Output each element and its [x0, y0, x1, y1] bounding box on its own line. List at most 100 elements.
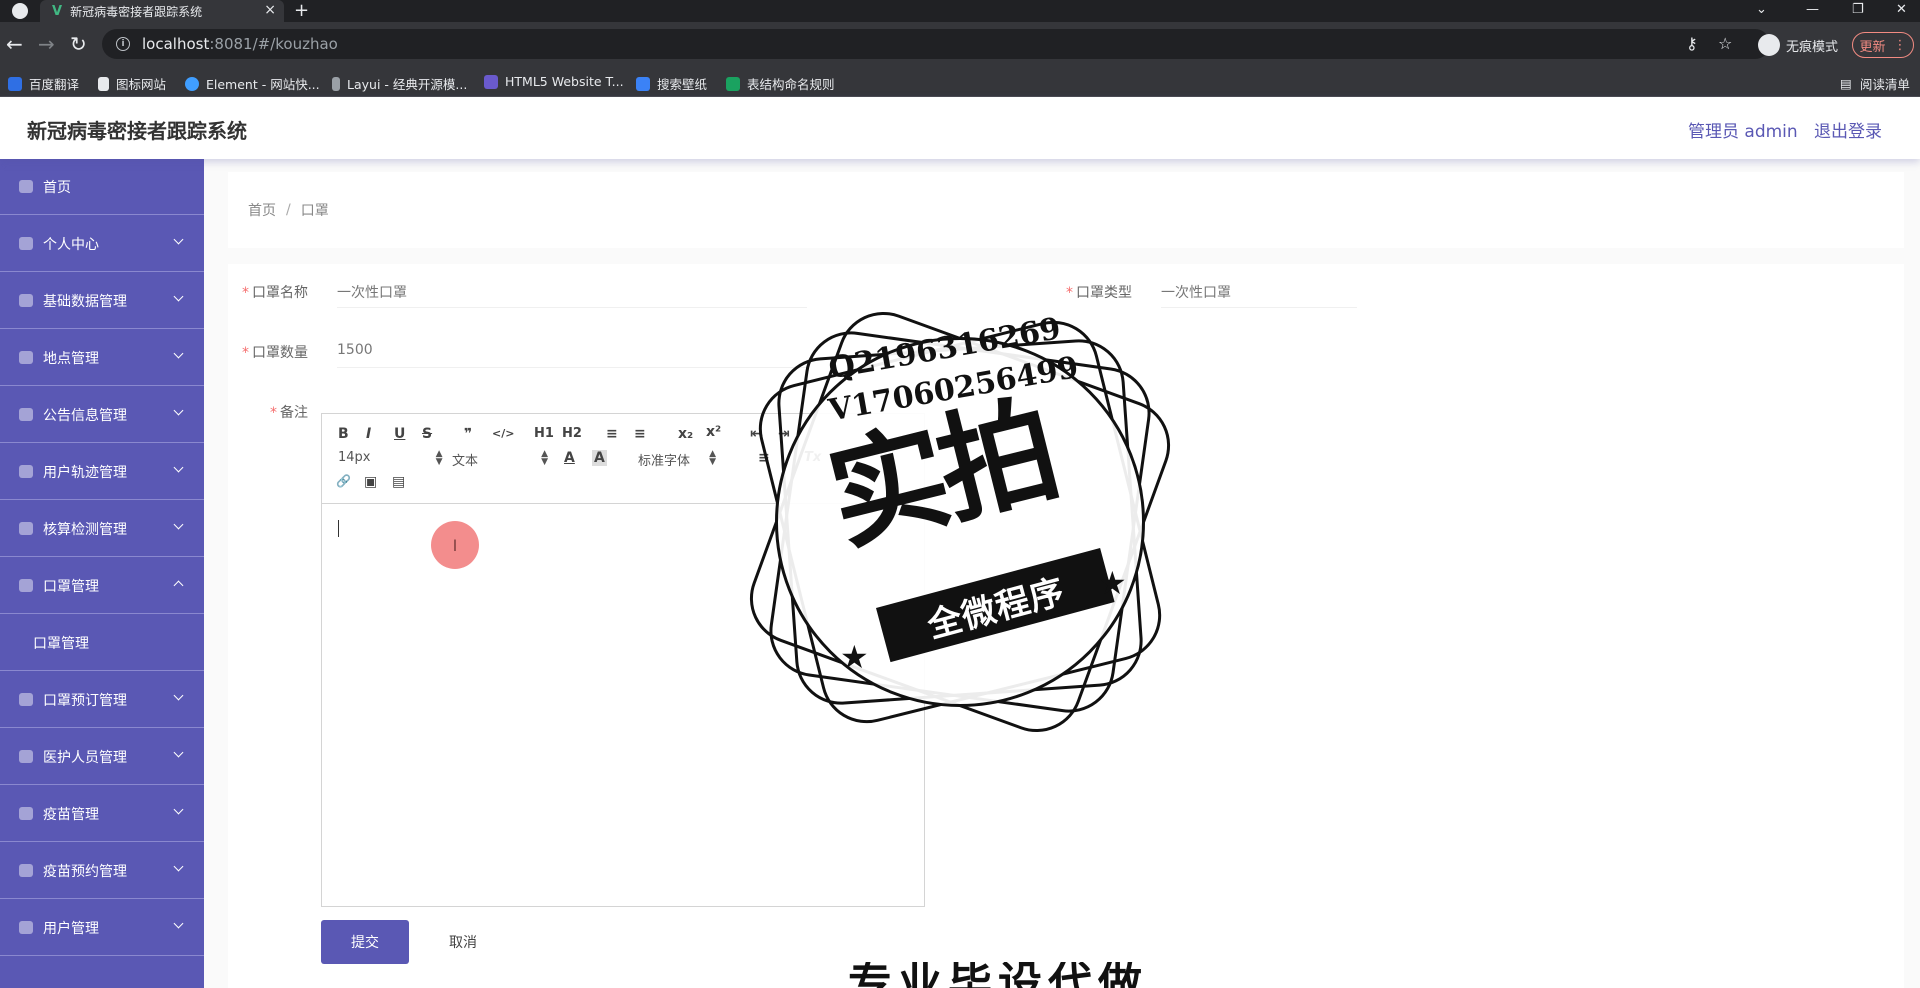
bold-icon[interactable]: B	[338, 426, 349, 442]
select-arrows-icon: ▲ ▼	[709, 449, 717, 467]
h1-icon[interactable]: H1	[534, 426, 554, 441]
chevron-down-icon	[173, 861, 184, 872]
bookmark-item[interactable]: 百度翻译	[8, 74, 79, 93]
flag-icon	[98, 76, 109, 91]
logout-link[interactable]: 退出登录	[1814, 117, 1882, 142]
blockquote-icon[interactable]: ❞	[464, 426, 472, 442]
chevron-down-icon	[173, 747, 184, 758]
minimize-icon[interactable]: —	[1806, 0, 1819, 22]
tab-close-icon[interactable]: ×	[264, 2, 276, 18]
image-icon[interactable]: ▣	[364, 474, 377, 490]
layui-logo-icon	[332, 76, 340, 91]
outdent-icon[interactable]: ⇤	[750, 426, 762, 442]
font-color-icon[interactable]: A	[564, 450, 575, 466]
sidebar-item-home[interactable]: 首页	[0, 159, 204, 215]
reading-list[interactable]: ▤ 阅读清单	[1840, 74, 1910, 93]
track-icon	[19, 465, 33, 478]
bullet-list-icon[interactable]: ≡	[634, 426, 646, 442]
select-arrows-icon: ▲ ▼	[435, 449, 443, 467]
sidebar-item-vaccine[interactable]: 疫苗管理	[0, 786, 204, 842]
mask-qty-label: * 口罩数量	[242, 345, 308, 361]
sidebar-item-base-data[interactable]: 基础数据管理	[0, 273, 204, 329]
chevron-down-icon	[173, 405, 184, 416]
flag-icon	[19, 522, 33, 535]
bookmarks-bar: 百度翻译 图标网站 Element - 网站快... Layui - 经典开源模…	[0, 68, 1920, 97]
sidebar-item-location[interactable]: 地点管理	[0, 330, 204, 386]
italic-icon[interactable]: I	[366, 426, 371, 442]
header-select[interactable]: 文本 ▲ ▼	[452, 450, 548, 470]
sidebar-item-test[interactable]: 核算检测管理	[0, 501, 204, 557]
clear-format-icon[interactable]: Tx	[804, 450, 821, 465]
ordered-list-icon[interactable]: ≡	[606, 426, 618, 442]
back-icon[interactable]: ←	[6, 32, 23, 56]
sidebar-item-mask-order[interactable]: 口罩预订管理	[0, 672, 204, 728]
subscript-icon[interactable]: x₂	[678, 426, 693, 442]
incognito-indicator[interactable]: 无痕模式	[1758, 34, 1838, 56]
bookmark-item[interactable]: HTML5 Website T...	[484, 74, 624, 89]
forward-icon[interactable]: →	[38, 32, 55, 56]
bookmark-item[interactable]: 搜索壁纸	[636, 74, 707, 93]
sidebar-item-mask[interactable]: 口罩管理	[0, 558, 204, 614]
sidebar-item-medical-staff[interactable]: 医护人员管理	[0, 729, 204, 785]
chevron-down-icon	[173, 804, 184, 815]
bookmark-item[interactable]: 表结构命名规则	[726, 74, 835, 93]
text-caret	[338, 520, 339, 537]
location-icon	[19, 351, 33, 364]
align-icon[interactable]: ≡	[758, 450, 770, 466]
site-info-icon[interactable]: i	[116, 37, 130, 51]
mask-name-input[interactable]: 一次性口罩	[337, 272, 807, 308]
update-button[interactable]: 更新 ⋮	[1852, 32, 1914, 58]
font-size-select[interactable]: 14px ▲ ▼	[338, 450, 443, 467]
link-icon[interactable]: 🔗	[336, 474, 351, 488]
browser-tab[interactable]: V 新冠病毒密接者跟踪系统 ×	[40, 0, 284, 22]
bookmark-star-icon[interactable]: ☆	[1718, 34, 1732, 53]
breadcrumb: 首页 / 口罩	[228, 172, 1904, 248]
remark-editor[interactable]: B I U S ❞ </> H1 H2 ≡ ≡ x₂ x² ⇤ ⇥ 14px ▲ ▼…	[321, 413, 925, 907]
reload-icon[interactable]: ↻	[70, 32, 87, 56]
list-icon	[19, 294, 33, 307]
bookmark-item[interactable]: Element - 网站快...	[185, 74, 320, 93]
breadcrumb-home[interactable]: 首页	[248, 200, 276, 220]
h2-icon[interactable]: H2	[562, 426, 582, 441]
new-tab-button[interactable]: +	[294, 0, 309, 22]
sidebar: 首页 个人中心 基础数据管理 地点管理 公告信息管理 用户轨迹管理 核算检测管理…	[0, 159, 204, 988]
strike-icon[interactable]: S	[422, 426, 432, 442]
shield-icon	[19, 750, 33, 763]
sidebar-item-vaccine-booking[interactable]: 疫苗预约管理	[0, 843, 204, 899]
element-logo-icon	[185, 76, 199, 91]
bookmark-item[interactable]: Layui - 经典开源模...	[332, 74, 467, 93]
mask-type-label: * 口罩类型	[1066, 285, 1132, 301]
address-bar[interactable]: i localhost :8081/#/kouzhao	[102, 29, 1770, 59]
sidebar-item-profile[interactable]: 个人中心	[0, 216, 204, 272]
background-color-icon[interactable]: A	[592, 450, 607, 466]
sidebar-subitem-mask[interactable]: 口罩管理	[0, 615, 204, 671]
submit-button[interactable]: 提交	[321, 920, 409, 964]
underline-icon[interactable]: U	[394, 426, 405, 442]
chevron-down-icon	[173, 291, 184, 302]
app-header: 新冠病毒密接者跟踪系统 管理员 admin 退出登录	[0, 97, 1920, 159]
tab-search-icon[interactable]: ⌄	[1756, 0, 1767, 22]
key-icon[interactable]: ⚷	[1686, 34, 1698, 53]
video-icon[interactable]: ▤	[392, 474, 405, 490]
incognito-icon	[1758, 34, 1780, 56]
sidebar-item-track[interactable]: 用户轨迹管理	[0, 444, 204, 500]
sidebar-item-notice[interactable]: 公告信息管理	[0, 387, 204, 443]
more-menu-icon: ⋮	[1893, 37, 1907, 53]
font-family-select[interactable]: 标准字体 ▲ ▼	[638, 450, 716, 470]
chevron-down-icon	[173, 348, 184, 359]
send-icon	[19, 864, 33, 877]
mask-qty-input[interactable]: 1500	[337, 332, 807, 368]
cancel-button[interactable]: 取消	[433, 920, 493, 964]
restore-icon[interactable]: ❐	[1852, 0, 1864, 22]
superscript-icon[interactable]: x²	[706, 424, 721, 440]
sidebar-item-users[interactable]: 用户管理	[0, 900, 204, 956]
mask-type-select[interactable]: 一次性口罩	[1161, 272, 1357, 308]
bar-chart-icon	[19, 807, 33, 820]
bookmark-item[interactable]: 图标网站	[98, 74, 166, 93]
current-user[interactable]: 管理员 admin	[1688, 117, 1798, 142]
chevron-down-icon	[173, 690, 184, 701]
indent-icon[interactable]: ⇥	[778, 426, 790, 442]
browser-menu-icon[interactable]	[12, 3, 28, 19]
close-window-icon[interactable]: ✕	[1896, 0, 1907, 22]
code-icon[interactable]: </>	[492, 427, 514, 440]
